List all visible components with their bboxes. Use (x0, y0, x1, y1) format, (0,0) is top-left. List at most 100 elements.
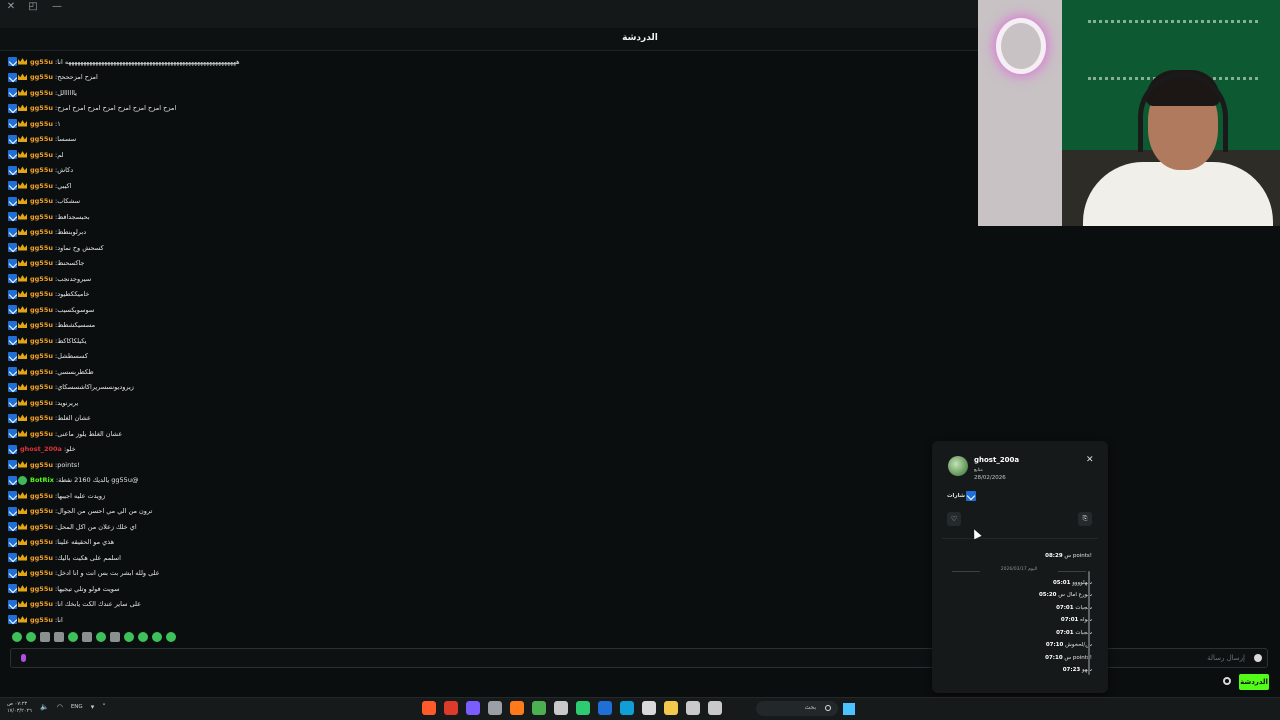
chat-username[interactable]: gg55u (30, 104, 53, 112)
emoji-icon[interactable] (1254, 654, 1262, 662)
chat-username[interactable]: gg55u (30, 306, 53, 314)
emote-icon[interactable] (68, 632, 78, 642)
chat-message: ghost_200a: خلو (8, 442, 908, 458)
chat-username[interactable]: gg55u (30, 73, 53, 81)
taskbar-app-icon[interactable] (620, 701, 634, 715)
chat-username[interactable]: gg55u (30, 523, 53, 531)
chat-username[interactable]: gg55u (30, 151, 53, 159)
chat-username[interactable]: gg55u (30, 321, 53, 329)
chat-username[interactable]: gg55u (30, 399, 53, 407)
chat-username[interactable]: gg55u (30, 259, 53, 267)
taskbar-app-icon[interactable] (554, 701, 568, 715)
chat-username[interactable]: gg55u (30, 492, 53, 500)
emote-icon[interactable] (124, 632, 134, 642)
taskbar-app-icon[interactable] (444, 701, 458, 715)
emote-icon[interactable] (96, 632, 106, 642)
chat-username[interactable]: gg55u (30, 228, 53, 236)
taskbar-app-icon[interactable] (686, 701, 700, 715)
taskbar-app-icon[interactable] (466, 701, 480, 715)
emote-icon[interactable] (152, 632, 162, 642)
gear-icon[interactable] (1223, 677, 1231, 685)
bot-badge-icon (18, 475, 27, 485)
wifi-icon[interactable]: ◠ (57, 703, 63, 711)
taskbar-app-icon[interactable] (422, 701, 436, 715)
user-card-username[interactable]: ghost_200a (974, 456, 1019, 464)
taskbar-app-icon[interactable] (510, 701, 524, 715)
day-separator: اليوم 2026/03/17 (952, 567, 1086, 575)
chat-username[interactable]: gg55u (30, 538, 53, 546)
crown-badge-icon (18, 73, 27, 80)
emote-icon[interactable] (166, 632, 176, 642)
chat-username[interactable]: gg55u (30, 507, 53, 515)
log-scrollbar[interactable] (1088, 571, 1090, 675)
emote-icon[interactable] (110, 632, 120, 642)
chat-username[interactable]: gg55u (30, 182, 53, 190)
copy-icon[interactable]: ⎘ (1078, 512, 1092, 526)
verified-badge-icon (8, 243, 17, 253)
taskbar-search[interactable]: بحث (756, 701, 838, 716)
taskbar-app-icon[interactable] (488, 701, 502, 715)
chat-username[interactable]: gg55u (30, 58, 53, 66)
taskbar-clock[interactable]: ٠٧:٢٣ ص ١٧/٠٣/٢٠٢٦ (7, 701, 32, 715)
emote-icon[interactable] (138, 632, 148, 642)
taskbar-app-icon[interactable] (576, 701, 590, 715)
windows-start-icon[interactable] (843, 703, 855, 715)
chat-message-text: خاميككطيود (57, 290, 90, 299)
chat-message-text: اسلمم على هكيت باليك (57, 553, 121, 562)
close-icon[interactable]: ✕ (0, 0, 22, 14)
emote-icon[interactable] (12, 632, 22, 642)
emote-icon[interactable] (26, 632, 36, 642)
chat-username[interactable]: gg55u (30, 166, 53, 174)
chat-username[interactable]: gg55u (30, 290, 53, 298)
chat-username[interactable]: gg55u (30, 275, 53, 283)
language-indicator[interactable]: ENG (71, 704, 83, 711)
chat-username[interactable]: gg55u (30, 89, 53, 97)
chat-username[interactable]: gg55u (30, 197, 53, 205)
avatar[interactable] (948, 456, 968, 476)
taskbar-app-icon[interactable] (664, 701, 678, 715)
log-entry: سورع امال س 05:20 (952, 592, 1092, 605)
chat-username[interactable]: gg55u (30, 554, 53, 562)
taskbar-app-icon[interactable] (642, 701, 656, 715)
chat-username[interactable]: gg55u (30, 213, 53, 221)
minimize-icon[interactable]: — (46, 0, 68, 14)
taskbar-app-icon[interactable] (708, 701, 722, 715)
chat-username[interactable]: gg55u (30, 383, 53, 391)
verified-badge-icon (8, 181, 17, 191)
chat-username[interactable]: gg55u (30, 135, 53, 143)
chat-username[interactable]: gg55u (30, 414, 53, 422)
chat-username[interactable]: gg55u (30, 120, 53, 128)
emote-icon[interactable] (82, 632, 92, 642)
heart-icon[interactable]: ♡ (947, 512, 961, 526)
chat-message-text: سوسويكسيب (57, 305, 95, 314)
crown-badge-icon (18, 151, 27, 158)
chat-username[interactable]: gg55u (30, 337, 53, 345)
chat-username[interactable]: gg55u (30, 430, 53, 438)
chat-username[interactable]: gg55u (30, 244, 53, 252)
chevron-up-icon[interactable]: ˄ (102, 703, 106, 711)
volume-icon[interactable]: 🔈 (40, 703, 49, 711)
close-icon[interactable]: ✕ (1086, 455, 1094, 465)
chat-username[interactable]: gg55u (30, 600, 53, 608)
chat-message: gg55u: امزح امزحححح (8, 70, 908, 86)
taskbar-app-icon[interactable] (598, 701, 612, 715)
chat-username[interactable]: BotRix (30, 476, 54, 484)
chat-username[interactable]: gg55u (30, 616, 53, 624)
chat-username[interactable]: gg55u (30, 368, 53, 376)
chat-message-text: دبرلوبنطظ (57, 228, 87, 237)
taskbar-app-icon[interactable] (532, 701, 546, 715)
send-chat-button[interactable]: الدردشة (1239, 674, 1269, 690)
verified-badge-icon (8, 382, 17, 392)
chat-username[interactable]: gg55u (30, 585, 53, 593)
emote-icon[interactable] (54, 632, 64, 642)
chat-message-text: ١ (57, 119, 61, 128)
mic-tray-icon[interactable]: ▾ (91, 703, 95, 711)
chat-username[interactable]: ghost_200a (20, 445, 62, 453)
restore-icon[interactable]: ◰ (22, 0, 44, 14)
chat-username[interactable]: gg55u (30, 569, 53, 577)
chat-username[interactable]: gg55u (30, 461, 53, 469)
emote-icon[interactable] (40, 632, 50, 642)
chat-message-text: اي خلك زعلان من اكل المحل (57, 522, 137, 531)
mic-icon[interactable] (21, 654, 26, 662)
chat-username[interactable]: gg55u (30, 352, 53, 360)
